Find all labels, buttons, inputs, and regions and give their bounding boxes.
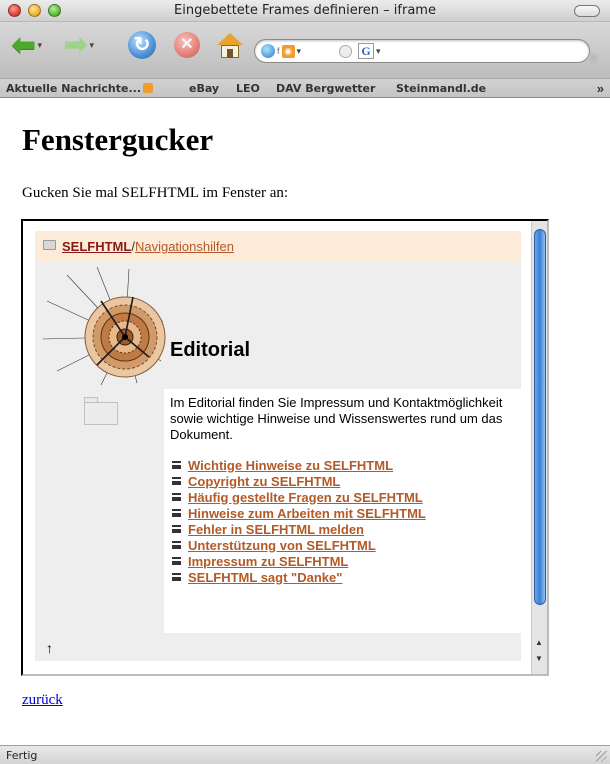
breadcrumb: SELFHTML/Navigationshilfen (35, 231, 521, 261)
toolbar-toggle-button[interactable] (574, 5, 600, 17)
selfhtml-logo-icon (42, 266, 166, 386)
iframe-document: SELFHTML/Navigationshilfen Editorial Im … (23, 221, 531, 674)
document-list-icon (172, 573, 181, 581)
bookmark-item[interactable]: Aktuelle Nachrichte... (6, 82, 153, 95)
search-engine-selector[interactable]: G ▾ (339, 43, 381, 59)
scroll-up-arrow-icon[interactable]: ▲ (535, 638, 543, 647)
chevron-down-icon: ▾ (89, 39, 94, 50)
page-content: Fenstergucker Gucken Sie mal SELFHTML im… (0, 99, 610, 745)
list-item: Impressum zu SELFHTML (172, 553, 426, 569)
folder-icon (84, 397, 118, 425)
list-item: Wichtige Hinweise zu SELFHTML (172, 457, 426, 473)
window-titlebar: Eingebettete Frames definieren – iframe (0, 0, 610, 22)
up-arrow-icon[interactable]: ↑ (46, 640, 53, 656)
link-impressum[interactable]: Impressum zu SELFHTML (188, 554, 348, 569)
document-list-icon (172, 525, 181, 533)
document-list-icon (172, 493, 181, 501)
rss-feed-icon: ◉ (281, 44, 295, 58)
status-text: Fertig (6, 749, 38, 762)
link-hinweise-arbeiten[interactable]: Hinweise zum Arbeiten mit SELFHTML (188, 506, 426, 521)
editorial-link-list: Wichtige Hinweise zu SELFHTML Copyright … (172, 457, 426, 585)
window-title: Eingebettete Frames definieren – iframe (174, 3, 436, 18)
embedded-iframe[interactable]: SELFHTML/Navigationshilfen Editorial Im … (21, 219, 549, 676)
list-item: Hinweise zum Arbeiten mit SELFHTML (172, 505, 426, 521)
bookmark-item[interactable]: DAV Bergwetter (276, 82, 375, 95)
back-button[interactable]: ⬅ ▾ (12, 30, 42, 60)
globe-icon (261, 44, 275, 58)
back-link[interactable]: zurück (22, 692, 63, 709)
forward-button[interactable]: ➡ ▾ (64, 30, 94, 60)
list-item: Copyright zu SELFHTML (172, 473, 426, 489)
folder-icon (43, 240, 56, 250)
chevron-down-icon: ▾ (296, 45, 302, 56)
status-bar: Fertig (0, 745, 610, 764)
bookmark-item[interactable]: Steinmandl.de (396, 82, 486, 95)
link-faq[interactable]: Häufig gestellte Fragen zu SELFHTML (188, 490, 423, 505)
document-list-icon (172, 509, 181, 517)
reload-button[interactable]: ↻ (128, 30, 156, 60)
link-wichtige-hinweise[interactable]: Wichtige Hinweise zu SELFHTML (188, 458, 393, 473)
scrollbar-thumb[interactable] (534, 229, 546, 605)
link-unterstuetzung[interactable]: Unterstützung von SELFHTML (188, 538, 376, 553)
rss-feed-icon (143, 83, 153, 93)
link-danke[interactable]: SELFHTML sagt "Danke" (188, 570, 342, 585)
editorial-heading: Editorial (170, 339, 251, 361)
forward-arrow-icon: ➡ (64, 29, 88, 60)
document-list-icon (172, 461, 181, 469)
page-intro-text: Gucken Sie mal SELFHTML im Fenster an: (22, 185, 289, 201)
document-list-icon (172, 477, 181, 485)
link-copyright[interactable]: Copyright zu SELFHTML (188, 474, 340, 489)
navigation-toolbar: ⬅ ▾ ➡ ▾ ↻ ✕ f ◉ ▾ G ▾ ✺ (0, 22, 610, 78)
bookmark-item[interactable]: LEO (236, 82, 260, 95)
chevron-down-icon: ▾ (37, 39, 42, 50)
list-item: Fehler in SELFHTML melden (172, 521, 426, 537)
scroll-down-arrow-icon[interactable]: ▼ (535, 654, 543, 663)
google-icon: G (358, 43, 374, 59)
chevron-down-icon: ▾ (376, 45, 381, 56)
breadcrumb-link-navigationshilfen[interactable]: Navigationshilfen (135, 239, 234, 254)
link-fehler-melden[interactable]: Fehler in SELFHTML melden (188, 522, 364, 537)
home-button[interactable] (216, 30, 244, 60)
bookmarks-more-button[interactable]: » (597, 81, 604, 96)
circle-icon (339, 44, 352, 58)
back-arrow-icon: ⬅ (12, 29, 36, 60)
editorial-description: Im Editorial finden Sie Impressum und Ko… (170, 395, 503, 442)
home-icon (216, 31, 244, 59)
left-column (35, 389, 164, 633)
breadcrumb-link-selfhtml[interactable]: SELFHTML (62, 239, 131, 254)
site-identity[interactable]: f ◉ ▾ (261, 43, 301, 59)
stop-icon: ✕ (174, 32, 200, 58)
address-bar[interactable]: f ◉ ▾ G ▾ (254, 39, 590, 63)
iframe-scrollbar[interactable]: ▲ ▼ (531, 221, 547, 674)
activity-spinner-icon: ✺ (586, 51, 600, 68)
list-item: Unterstützung von SELFHTML (172, 537, 426, 553)
bookmark-item[interactable]: eBay (189, 82, 219, 95)
footer-band (35, 633, 521, 661)
document-list-icon (172, 557, 181, 565)
list-item: Häufig gestellte Fragen zu SELFHTML (172, 489, 426, 505)
list-item: SELFHTML sagt "Danke" (172, 569, 426, 585)
document-list-icon (172, 541, 181, 549)
stop-button[interactable]: ✕ (174, 30, 200, 60)
bookmarks-bar: Aktuelle Nachrichte... eBay LEO DAV Berg… (0, 78, 610, 98)
reload-icon: ↻ (128, 31, 156, 59)
resize-grip-icon[interactable] (596, 751, 607, 762)
page-title: Fenstergucker (22, 122, 214, 157)
